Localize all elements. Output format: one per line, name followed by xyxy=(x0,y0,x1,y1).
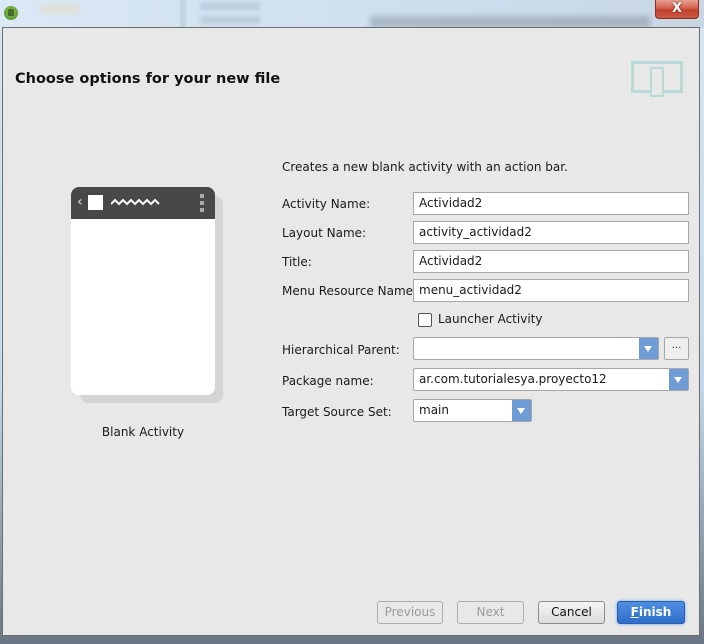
target-source-set-select[interactable]: main xyxy=(413,399,532,422)
app-icon xyxy=(88,195,103,210)
launcher-activity-checkbox[interactable] xyxy=(418,313,432,327)
chevron-down-icon[interactable] xyxy=(669,369,688,390)
hierarchical-parent-combo[interactable] xyxy=(413,337,659,360)
cancel-button[interactable]: Cancel xyxy=(538,601,605,624)
template-preview: ‹ xyxy=(71,187,223,405)
hierarchical-parent-label: Hierarchical Parent: xyxy=(282,343,400,357)
template-description: Creates a new blank activity with an act… xyxy=(282,160,568,174)
background-window-strip xyxy=(0,0,704,28)
finish-label-rest: inish xyxy=(638,605,672,619)
overflow-menu-icon xyxy=(200,194,204,212)
next-button[interactable]: Next xyxy=(457,601,524,624)
blurred-background-item xyxy=(200,16,260,24)
activity-name-label: Activity Name: xyxy=(282,197,371,211)
activity-name-input[interactable]: Actividad2 xyxy=(413,192,689,215)
android-studio-icon xyxy=(4,6,18,20)
chevron-down-icon[interactable] xyxy=(512,400,531,421)
package-name-label: Package name: xyxy=(282,374,374,388)
finish-button[interactable]: Finish xyxy=(617,601,685,624)
package-name-combo[interactable]: ar.com.tutorialesya.proyecto12 xyxy=(413,368,689,391)
blurred-background-item xyxy=(180,0,186,28)
layout-name-input[interactable]: activity_actividad2 xyxy=(413,221,689,244)
template-name-label: Blank Activity xyxy=(101,425,185,439)
close-icon: X xyxy=(671,1,683,16)
blurred-background-item xyxy=(200,2,260,10)
finish-mnemonic: F xyxy=(630,605,639,619)
launcher-activity-label[interactable]: Launcher Activity xyxy=(438,312,542,326)
previous-button[interactable]: Previous xyxy=(377,601,443,624)
title-label: Title: xyxy=(282,255,312,269)
package-name-value[interactable]: ar.com.tutorialesya.proyecto12 xyxy=(419,372,607,386)
dialog-header: Choose options for your new file xyxy=(3,28,699,128)
preview-action-bar: ‹ xyxy=(71,187,215,219)
target-source-set-label: Target Source Set: xyxy=(282,405,392,419)
title-input[interactable]: Actividad2 xyxy=(413,250,689,273)
blurred-background-item xyxy=(40,4,80,14)
back-chevron-icon: ‹ xyxy=(77,194,83,210)
browse-parent-button[interactable]: ... xyxy=(664,337,689,360)
new-file-dialog: Choose options for your new file ‹ Blank… xyxy=(2,27,700,636)
device-tablet-phone-icon xyxy=(631,61,683,97)
layout-name-label: Layout Name: xyxy=(282,226,367,240)
title-squiggle-icon xyxy=(111,198,160,206)
page-title: Choose options for your new file xyxy=(15,71,281,87)
window-close-button[interactable]: X xyxy=(655,0,699,19)
chevron-down-icon[interactable] xyxy=(639,338,658,359)
preview-screen: ‹ xyxy=(71,187,215,395)
menu-resource-name-label: Menu Resource Name: xyxy=(282,284,418,298)
phone-shape xyxy=(650,67,664,97)
menu-resource-name-input[interactable]: menu_actividad2 xyxy=(413,279,689,302)
target-source-set-value: main xyxy=(419,403,449,417)
